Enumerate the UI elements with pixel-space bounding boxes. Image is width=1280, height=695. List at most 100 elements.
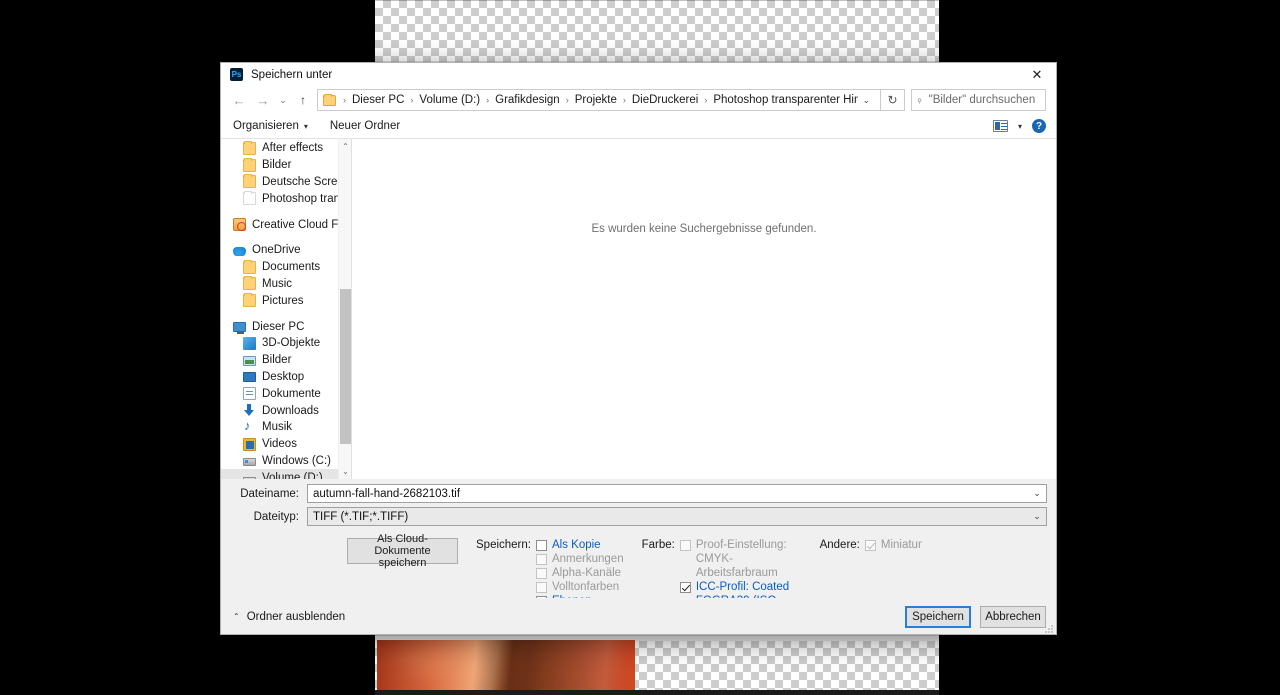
sidebar-item-bilder[interactable]: Bilder — [221, 157, 351, 174]
sidebar-item-windows-c[interactable]: Windows (C:) — [221, 453, 351, 470]
sidebar-item-label: Downloads — [262, 404, 319, 417]
dialog-body: After effectsBilderDeutsche ScreenshotsP… — [221, 139, 1056, 479]
option-label: Als Kopie — [551, 539, 601, 551]
sidebar-item-desktop[interactable]: Desktop — [221, 369, 351, 386]
up-icon[interactable]: ↑ — [291, 89, 315, 111]
search-input[interactable]: ⌕ "Bilder" durchsuchen — [911, 89, 1046, 111]
filetype-select[interactable]: TIFF (*.TIF;*.TIFF) ⌄ — [307, 507, 1047, 526]
sidebar-item-label: Musik — [262, 421, 293, 434]
folder-icon — [323, 93, 336, 106]
organize-button[interactable]: Organisieren ▾ — [233, 120, 308, 132]
sidebar-item-musik[interactable]: Musik — [221, 418, 351, 436]
checkbox-icon[interactable] — [535, 540, 547, 551]
computer-icon — [233, 322, 246, 335]
chevron-down-icon[interactable]: ⌄ — [858, 95, 876, 106]
cancel-button[interactable]: Abbrechen — [980, 605, 1046, 628]
breadcrumb-item-1[interactable]: Volume (D:) — [417, 94, 482, 106]
checkbox-icon[interactable] — [679, 582, 691, 593]
filename-row: Dateiname: autumn-fall-hand-2682103.tif … — [221, 484, 1056, 503]
option-label: Volltonfarben — [551, 581, 620, 593]
sidebar-item-label: Volume (D:) — [262, 471, 323, 479]
breadcrumb-item-2[interactable]: Grafikdesign — [493, 94, 562, 106]
view-layout-icon[interactable] — [992, 120, 1008, 132]
chevron-down-icon[interactable]: ⌄ — [1028, 511, 1046, 522]
sidebar-item-bilder[interactable]: Bilder — [221, 352, 351, 369]
sidebar-item-pictures[interactable]: Pictures — [221, 292, 351, 309]
sidebar-item-videos[interactable]: Videos — [221, 436, 351, 453]
pictures-icon — [243, 355, 256, 366]
chevron-down-icon: ▾ — [303, 121, 308, 131]
folder-icon — [243, 140, 256, 155]
creative-cloud-icon — [233, 218, 246, 232]
filename-label: Dateiname: — [240, 487, 299, 500]
sidebar-item-creative-cloud-files[interactable]: Creative Cloud Files — [221, 216, 351, 233]
checkbox-icon — [535, 568, 547, 579]
forward-icon[interactable]: → — [251, 89, 275, 111]
refresh-icon[interactable]: ↻ — [881, 89, 905, 111]
sidebar-item-documents[interactable]: Documents — [221, 259, 351, 276]
sidebar-item-label: Pictures — [262, 294, 304, 307]
close-icon[interactable]: ✕ — [1018, 63, 1056, 86]
new-folder-button[interactable]: Neuer Ordner — [330, 120, 400, 132]
sidebar-item-label: Music — [262, 277, 293, 290]
navigation-bar: ← → ⌄ ↑ › Dieser PC › Volume (D:) › Graf… — [221, 86, 1056, 114]
back-icon[interactable]: ← — [227, 89, 251, 111]
other-option-miniatur: Miniatur — [864, 538, 922, 552]
organize-label: Organisieren — [233, 120, 299, 132]
videos-icon — [243, 437, 256, 451]
sidebar-item-dokumente[interactable]: Dokumente — [221, 385, 351, 402]
folder-tree: After effectsBilderDeutsche ScreenshotsP… — [221, 139, 351, 479]
filename-value: autumn-fall-hand-2682103.tif — [313, 487, 461, 500]
checkbox-icon — [679, 540, 691, 551]
sidebar-item-deutsche-screenshots[interactable]: Deutsche Screenshots — [221, 174, 351, 191]
recent-locations-icon[interactable]: ⌄ — [275, 89, 291, 111]
save-as-cloud-document-button[interactable]: Als Cloud-Dokumente speichern — [347, 533, 458, 569]
filename-input[interactable]: autumn-fall-hand-2682103.tif ⌄ — [307, 484, 1047, 503]
save-option-als-kopie[interactable]: Als Kopie — [535, 538, 624, 552]
search-icon: ⌕ — [913, 94, 926, 106]
checkbox-icon — [535, 554, 547, 565]
sidebar-scrollbar[interactable]: ⌃ ⌄ — [338, 139, 351, 479]
documents-icon — [243, 387, 256, 401]
canvas-bottom-band — [375, 690, 939, 695]
breadcrumb-item-3[interactable]: Projekte — [573, 94, 619, 106]
resize-grip[interactable] — [1045, 624, 1054, 633]
sidebar-item-label: Dokumente — [262, 387, 321, 400]
sidebar-item-onedrive[interactable]: OneDrive — [221, 242, 351, 259]
music-icon — [243, 418, 256, 434]
sidebar-item-volume-d[interactable]: Volume (D:) — [221, 469, 351, 479]
save-option-volltonfarben: Volltonfarben — [535, 580, 624, 594]
save-button[interactable]: Speichern — [905, 605, 971, 628]
sidebar-item-downloads[interactable]: Downloads — [221, 402, 351, 419]
breadcrumb-item-5[interactable]: Photoshop transparenter Hintergrund — [711, 94, 858, 106]
scroll-up-icon[interactable]: ⌃ — [339, 139, 351, 154]
scroll-down-icon[interactable]: ⌄ — [339, 464, 351, 479]
option-label: Proof-Einstellung: CMYK-Arbeitsfarbraum — [695, 539, 787, 579]
sidebar-item-photoshop-transparente[interactable]: Photoshop transparente — [221, 190, 351, 207]
chevron-down-icon[interactable]: ⌄ — [1028, 488, 1046, 499]
new-folder-label: Neuer Ordner — [329, 120, 401, 132]
hide-folders-button[interactable]: ⌃ Ordner ausblenden — [233, 611, 345, 623]
3d-objects-icon — [243, 336, 256, 350]
help-icon[interactable]: ? — [1032, 119, 1046, 133]
file-list[interactable]: Es wurden keine Suchergebnisse gefunden. — [352, 139, 1056, 479]
dialog-titlebar[interactable]: Ps Speichern unter ✕ — [221, 63, 1056, 86]
sidebar-item-dieser-pc[interactable]: Dieser PC — [221, 318, 351, 335]
chevron-down-icon[interactable]: ▾ — [1018, 122, 1022, 131]
screen: Ps Speichern unter ✕ ← → ⌄ ↑ › Dieser PC… — [0, 0, 1280, 695]
sidebar-item-music[interactable]: Music — [221, 276, 351, 293]
address-bar[interactable]: › Dieser PC › Volume (D:) › Grafikdesign… — [317, 89, 881, 111]
option-label: Alpha-Kanäle — [551, 567, 622, 579]
scrollbar-thumb[interactable] — [340, 289, 351, 444]
breadcrumb-item-4[interactable]: DieDruckerei — [630, 94, 700, 106]
save-as-dialog: Ps Speichern unter ✕ ← → ⌄ ↑ › Dieser PC… — [220, 62, 1057, 635]
sidebar-item-after-effects[interactable]: After effects — [221, 140, 351, 157]
hide-folders-label: Ordner ausblenden — [246, 610, 346, 623]
breadcrumb-separator: › — [622, 95, 626, 105]
sidebar-item-label: Dieser PC — [252, 320, 305, 333]
sidebar-item-3d-objekte[interactable]: 3D-Objekte — [221, 335, 351, 352]
sidebar-item-label: Desktop — [262, 370, 305, 383]
breadcrumb-item-0[interactable]: Dieser PC — [350, 94, 406, 106]
